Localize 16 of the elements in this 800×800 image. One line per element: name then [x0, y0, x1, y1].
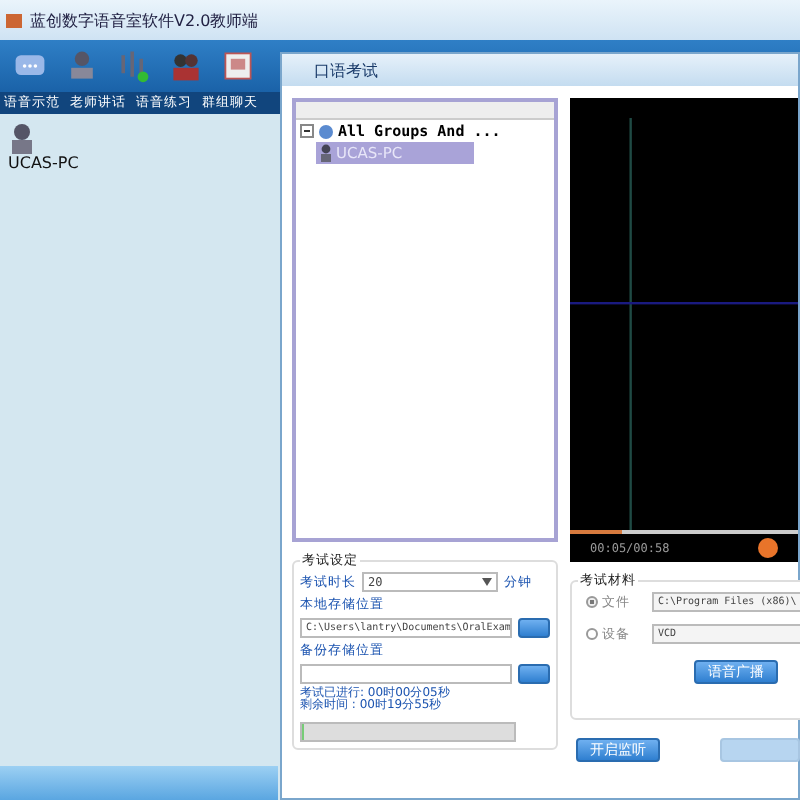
browse-button[interactable] — [518, 664, 550, 684]
stop-button[interactable] — [758, 538, 778, 558]
path-field[interactable] — [300, 664, 512, 684]
window-title: 蓝创数字语音室软件V2.0教师端 — [30, 9, 259, 31]
student-name[interactable]: UCAS-PC — [8, 154, 79, 172]
browse-button[interactable] — [518, 618, 550, 638]
framed-picture-icon[interactable] — [220, 48, 256, 84]
collapse-icon[interactable] — [300, 124, 314, 138]
globe-icon — [318, 123, 334, 139]
person-icon — [320, 144, 332, 162]
microphone-icon[interactable] — [116, 48, 152, 84]
dropdown-arrow-icon[interactable] — [482, 578, 492, 586]
app-icon — [4, 10, 24, 30]
dialog-title: 口语考试 — [282, 54, 798, 86]
two-people-icon[interactable] — [168, 48, 204, 84]
student-computer-icon[interactable] — [8, 122, 36, 154]
